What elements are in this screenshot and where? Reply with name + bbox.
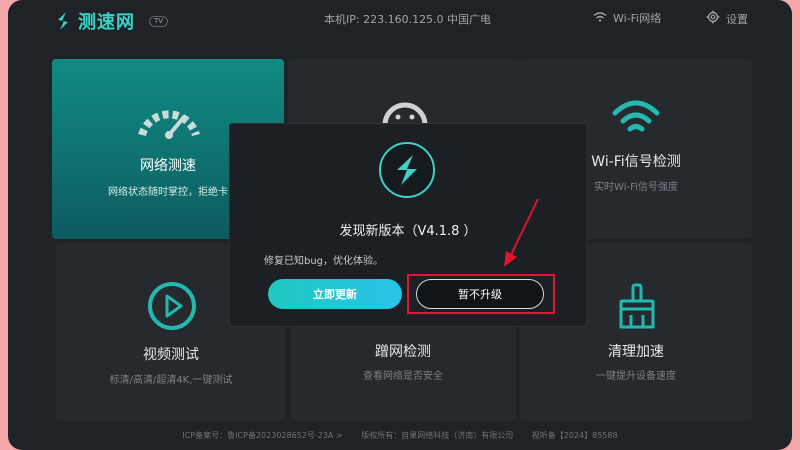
- tile-subtitle: 标清/高清/超清4K,一键测试: [109, 375, 233, 386]
- footer: ICP备案号：鲁ICP备2023028652号-23A > 版权所有：自果网络科…: [8, 430, 792, 441]
- tile-subtitle: 一键提升设备速度: [596, 371, 676, 382]
- wifi-icon: [593, 11, 607, 25]
- tv-badge: TV: [149, 15, 169, 27]
- gear-icon: [706, 10, 720, 27]
- update-now-button[interactable]: 立即更新: [268, 279, 402, 309]
- tile-subtitle: 查看网络是否安全: [363, 371, 443, 382]
- speedometer-icon: [134, 91, 204, 143]
- settings-label: 设置: [726, 12, 748, 26]
- tile-title: 视频测试: [143, 347, 199, 363]
- logo-icon: [54, 11, 72, 31]
- copyright-text: 版权所有：自果网络科技（济南）有限公司: [361, 431, 514, 440]
- license-text: 视听备【2024】85588: [531, 431, 618, 440]
- wifi-status[interactable]: Wi-Fi网络: [593, 10, 661, 26]
- pointer-arrow-icon: [498, 195, 544, 275]
- wifi-label: Wi-Fi网络: [613, 12, 662, 25]
- app-name: 测速网: [78, 12, 135, 33]
- app-logo: 测速网 TV: [54, 8, 169, 34]
- tile-title: 清理加速: [608, 344, 664, 360]
- tile-title: 蹭网检测: [375, 344, 431, 360]
- dialog-description: 修复已知bug，优化体验。: [264, 256, 384, 267]
- app-screen: 测速网 TV 本机IP: 223.160.125.0 中国广电 Wi-Fi网络 …: [8, 0, 792, 450]
- highlight-box: [407, 274, 555, 314]
- icp-link[interactable]: ICP备案号：鲁ICP备2023028652号-23A >: [182, 431, 342, 440]
- broom-icon: [615, 283, 659, 333]
- app-logo-icon: [379, 142, 435, 198]
- ip-info: 本机IP: 223.160.125.0 中国广电: [324, 13, 492, 26]
- wifi-signal-icon: [612, 99, 660, 143]
- play-icon: [147, 281, 197, 335]
- settings-button[interactable]: 设置: [706, 10, 748, 27]
